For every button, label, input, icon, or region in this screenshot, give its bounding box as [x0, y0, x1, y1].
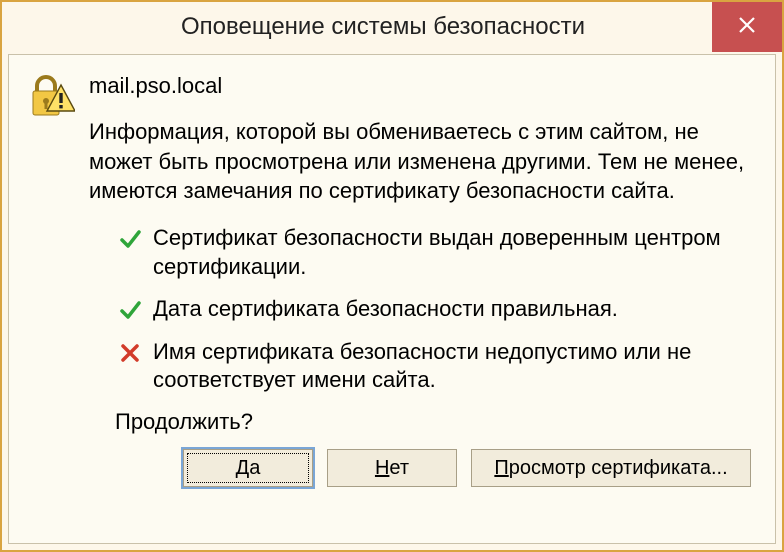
- button-label: Да: [236, 457, 261, 480]
- no-button[interactable]: Нет: [327, 449, 457, 487]
- cert-check-text: Имя сертификата безопасности недопустимо…: [153, 338, 755, 395]
- view-certificate-button[interactable]: Просмотр сертификата...: [471, 449, 751, 487]
- dialog-title: Оповещение системы безопасности: [2, 2, 712, 52]
- button-label: Нет: [375, 457, 409, 480]
- security-alert-dialog: Оповещение системы безопасности: [0, 0, 784, 552]
- checkmark-icon: [115, 224, 145, 250]
- titlebar: Оповещение системы безопасности: [2, 2, 782, 52]
- cert-check-row: Дата сертификата безопасности правильная…: [115, 295, 755, 324]
- checkmark-icon: [115, 295, 145, 321]
- continue-prompt: Продолжить?: [115, 409, 755, 435]
- dialog-content: mail.pso.local Информация, которой вы об…: [8, 54, 776, 544]
- cert-check-text: Сертификат безопасности выдан доверенным…: [153, 224, 755, 281]
- cert-check-row: Сертификат безопасности выдан доверенным…: [115, 224, 755, 281]
- close-icon: [738, 16, 756, 39]
- yes-button[interactable]: Да: [183, 449, 313, 487]
- button-row: Да Нет Просмотр сертификата...: [27, 449, 755, 487]
- hostname-text: mail.pso.local: [89, 73, 755, 99]
- description-text: Информация, которой вы обмениваетесь с э…: [89, 117, 755, 206]
- lock-warning-icon: [27, 73, 77, 121]
- cert-check-text: Дата сертификата безопасности правильная…: [153, 295, 755, 324]
- close-button[interactable]: [712, 2, 782, 52]
- cert-check-row: Имя сертификата безопасности недопустимо…: [115, 338, 755, 395]
- x-icon: [115, 338, 145, 364]
- button-label: Просмотр сертификата...: [494, 457, 727, 480]
